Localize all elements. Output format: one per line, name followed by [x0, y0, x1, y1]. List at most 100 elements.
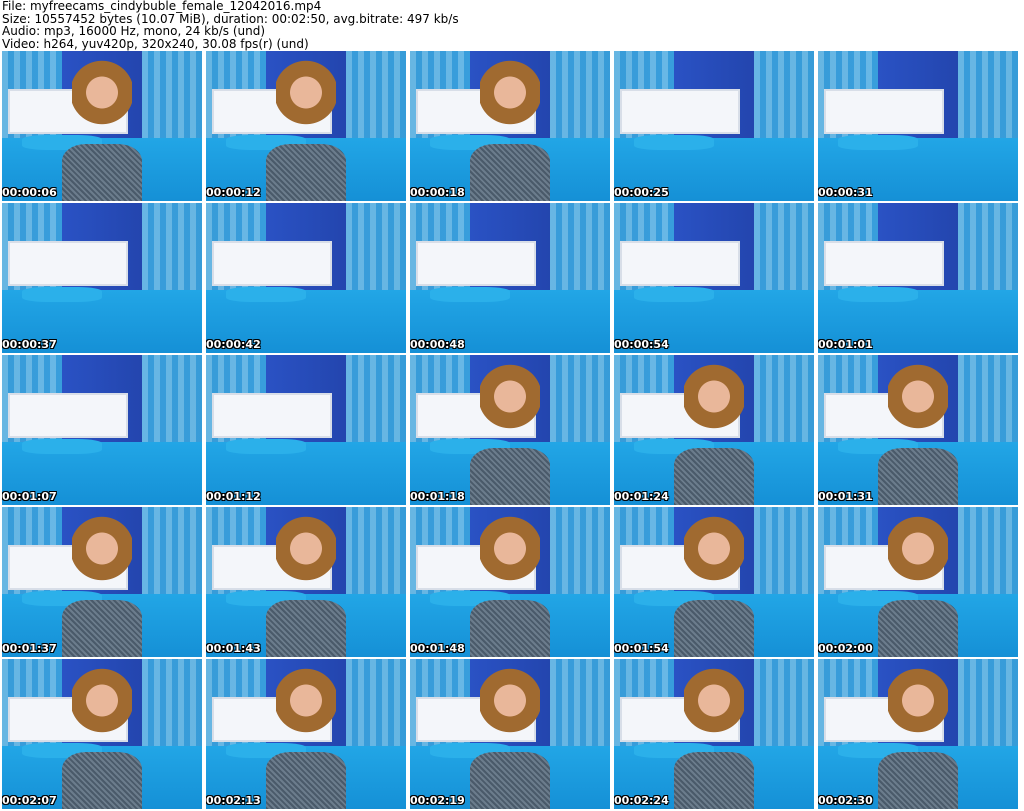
- video-thumbnail: 00:01:01: [818, 203, 1018, 353]
- video-thumbnail: 00:02:13: [206, 659, 406, 809]
- video-thumbnail: 00:01:31: [818, 355, 1018, 505]
- person-head: [888, 514, 948, 582]
- person-head: [888, 666, 948, 734]
- video-thumbnail: 00:00:48: [410, 203, 610, 353]
- video-thumbnail: 00:02:19: [410, 659, 610, 809]
- timestamp-label: 00:00:42: [206, 338, 261, 351]
- video-thumbnail: 00:00:12: [206, 51, 406, 201]
- pillow: [226, 287, 306, 302]
- headboard: [8, 392, 128, 438]
- person-body: [878, 600, 958, 657]
- timestamp-label: 00:01:37: [2, 642, 57, 655]
- timestamp-label: 00:01:07: [2, 490, 57, 503]
- person-head: [480, 362, 540, 430]
- timestamp-label: 00:01:43: [206, 642, 261, 655]
- file-name-line: File: myfreecams_cindybuble_female_12042…: [2, 0, 322, 13]
- person-head: [480, 666, 540, 734]
- video-thumbnail: 00:01:07: [2, 355, 202, 505]
- pillow: [226, 439, 306, 454]
- person-body: [674, 600, 754, 657]
- person-body: [470, 144, 550, 201]
- timestamp-label: 00:01:12: [206, 490, 261, 503]
- person-head: [480, 514, 540, 582]
- person-head: [72, 58, 132, 126]
- person-body: [266, 600, 346, 657]
- timestamp-label: 00:00:18: [410, 186, 465, 199]
- video-thumbnail: 00:01:54: [614, 507, 814, 657]
- timestamp-label: 00:02:07: [2, 794, 57, 807]
- headboard: [8, 240, 128, 286]
- video-thumbnail: 00:00:54: [614, 203, 814, 353]
- person-head: [276, 58, 336, 126]
- video-thumbnail: 00:02:00: [818, 507, 1018, 657]
- timestamp-label: 00:01:24: [614, 490, 669, 503]
- person-body: [62, 144, 142, 201]
- headboard: [824, 240, 944, 286]
- video-thumbnail: 00:01:18: [410, 355, 610, 505]
- video-thumbnail: 00:00:18: [410, 51, 610, 201]
- timestamp-label: 00:02:24: [614, 794, 669, 807]
- timestamp-label: 00:01:01: [818, 338, 873, 351]
- timestamp-label: 00:00:48: [410, 338, 465, 351]
- video-thumbnail: 00:01:12: [206, 355, 406, 505]
- person-body: [470, 600, 550, 657]
- video-thumbnail: 00:00:06: [2, 51, 202, 201]
- headboard: [824, 88, 944, 134]
- pillow: [22, 287, 102, 302]
- person-head: [684, 666, 744, 734]
- video-thumbnail: 00:00:25: [614, 51, 814, 201]
- person-head: [888, 362, 948, 430]
- timestamp-label: 00:02:13: [206, 794, 261, 807]
- pillow: [838, 287, 918, 302]
- timestamp-label: 00:00:25: [614, 186, 669, 199]
- timestamp-label: 00:01:48: [410, 642, 465, 655]
- timestamp-label: 00:01:54: [614, 642, 669, 655]
- timestamp-label: 00:00:54: [614, 338, 669, 351]
- person-body: [266, 752, 346, 809]
- headboard: [212, 392, 332, 438]
- video-thumbnail: 00:02:24: [614, 659, 814, 809]
- thumbnail-grid: 00:00:06 00:00:12 00:00:18 00:00:25 00:00:31…: [2, 51, 1022, 811]
- video-thumbnail: 00:01:37: [2, 507, 202, 657]
- person-head: [684, 514, 744, 582]
- timestamp-label: 00:00:06: [2, 186, 57, 199]
- timestamp-label: 00:02:00: [818, 642, 873, 655]
- video-info-line: Video: h264, yuv420p, 320x240, 30.08 fps…: [2, 36, 309, 51]
- video-thumbnail: 00:02:07: [2, 659, 202, 809]
- file-info-header: File: myfreecams_cindybuble_female_12042…: [2, 0, 1022, 50]
- timestamp-label: 00:00:31: [818, 186, 873, 199]
- person-head: [72, 514, 132, 582]
- audio-info-line: Audio: mp3, 16000 Hz, mono, 24 kb/s (und…: [2, 24, 266, 38]
- headboard: [416, 240, 536, 286]
- person-body: [878, 752, 958, 809]
- person-body: [470, 448, 550, 505]
- timestamp-label: 00:02:30: [818, 794, 873, 807]
- timestamp-label: 00:01:31: [818, 490, 873, 503]
- person-head: [276, 514, 336, 582]
- timestamp-label: 00:00:37: [2, 338, 57, 351]
- headboard: [620, 88, 740, 134]
- person-body: [62, 752, 142, 809]
- person-body: [470, 752, 550, 809]
- headboard: [212, 240, 332, 286]
- person-body: [266, 144, 346, 201]
- video-thumbnail: 00:00:31: [818, 51, 1018, 201]
- person-body: [674, 448, 754, 505]
- person-head: [480, 58, 540, 126]
- pillow: [22, 439, 102, 454]
- video-thumbnail: 00:00:37: [2, 203, 202, 353]
- headboard: [620, 240, 740, 286]
- person-body: [878, 448, 958, 505]
- pillow: [838, 135, 918, 150]
- person-head: [276, 666, 336, 734]
- pillow: [634, 287, 714, 302]
- video-thumbnail: 00:01:43: [206, 507, 406, 657]
- timestamp-label: 00:02:19: [410, 794, 465, 807]
- timestamp-label: 00:01:18: [410, 490, 465, 503]
- pillow: [634, 135, 714, 150]
- video-thumbnail: 00:01:24: [614, 355, 814, 505]
- person-body: [674, 752, 754, 809]
- person-head: [72, 666, 132, 734]
- person-body: [62, 600, 142, 657]
- video-thumbnail: 00:01:48: [410, 507, 610, 657]
